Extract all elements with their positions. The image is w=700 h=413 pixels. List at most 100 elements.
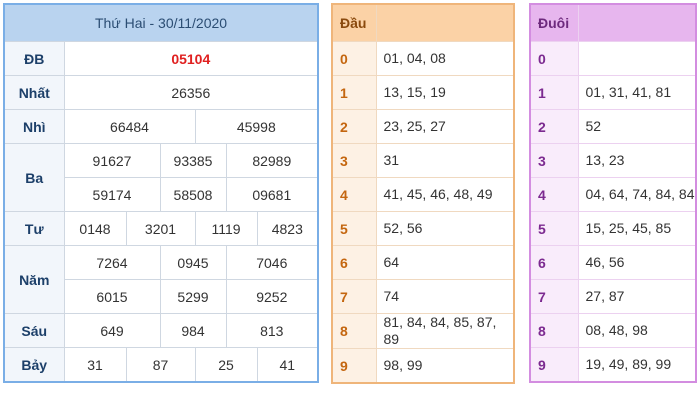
prize-value: 0148	[63, 211, 127, 246]
prize-label: Bảy	[3, 347, 65, 383]
prize-label: Sáu	[3, 313, 65, 348]
prize-value: 984	[159, 313, 227, 348]
prize-label: Tư	[3, 211, 65, 246]
results-table: Thứ Hai - 30/11/2020 ĐB 05104 Nhất 26356…	[3, 3, 320, 383]
digit-values: 81, 84, 84, 85, 87, 89	[375, 313, 515, 349]
prize-value: 26356	[63, 75, 319, 110]
digit-key: 5	[331, 211, 377, 246]
prize-value: 91627	[63, 143, 161, 178]
prize-value: 25	[194, 347, 258, 383]
digit-key: 5	[529, 211, 579, 246]
digit-key: 7	[529, 279, 579, 314]
tail-row: 1 01, 31, 41, 81	[529, 75, 697, 110]
digit-key: 4	[331, 177, 377, 212]
prize-label: ĐB	[3, 41, 65, 76]
prize-value: 7046	[225, 245, 319, 280]
digit-values: 01, 04, 08	[375, 41, 515, 76]
digit-values	[577, 41, 697, 76]
digit-values: 23, 25, 27	[375, 109, 515, 144]
digit-values: 08, 48, 98	[577, 313, 697, 348]
head-digit-table: Đầu 0 01, 04, 08 1 13, 15, 19 2 23, 25, 27 …	[331, 3, 515, 384]
digit-values: 52	[577, 109, 697, 144]
prize-label: Ba	[3, 143, 65, 212]
digit-key: 6	[331, 245, 377, 280]
prize-value: 813	[225, 313, 319, 348]
row-tu: Tư 0148 3201 1119 4823	[3, 211, 319, 246]
row-ba-1: Ba 91627 93385 82989	[3, 143, 319, 212]
prize-value: 59174	[63, 177, 161, 212]
digit-values: 13, 15, 19	[375, 75, 515, 110]
head-row: 7 74	[331, 279, 515, 314]
digit-key: 2	[331, 109, 377, 144]
digit-values: 01, 31, 41, 81	[577, 75, 697, 110]
row-bay: Bảy 31 87 25 41	[3, 347, 319, 383]
head-row: 9 98, 99	[331, 348, 515, 384]
prize-value: 45998	[194, 109, 319, 144]
row-sau: Sáu 649 984 813	[3, 313, 319, 348]
head-row: 1 13, 15, 19	[331, 75, 515, 110]
digit-values: 13, 23	[577, 143, 697, 178]
tail-row: 3 13, 23	[529, 143, 697, 178]
prize-value: 4823	[256, 211, 319, 246]
digit-values: 41, 45, 46, 48, 49	[375, 177, 515, 212]
digit-key: 8	[331, 313, 377, 349]
digit-values: 15, 25, 45, 85	[577, 211, 697, 246]
prize-value: 82989	[225, 143, 319, 178]
tail-table-header-blank	[577, 3, 697, 42]
results-title: Thứ Hai - 30/11/2020	[3, 3, 319, 42]
tail-row: 7 27, 87	[529, 279, 697, 314]
tail-row: 6 46, 56	[529, 245, 697, 280]
prize-value: 6015	[63, 279, 161, 314]
prize-value: 7264	[63, 245, 161, 280]
head-row: 3 31	[331, 143, 515, 178]
tail-row: 5 15, 25, 45, 85	[529, 211, 697, 246]
row-nam-1: Năm 7264 0945 7046	[3, 245, 319, 314]
prize-value: 1119	[194, 211, 258, 246]
row-db: ĐB 05104	[3, 41, 319, 76]
digit-key: 6	[529, 245, 579, 280]
digit-key: 9	[331, 348, 377, 384]
prize-value: 3201	[125, 211, 196, 246]
head-row: 0 01, 04, 08	[331, 41, 515, 76]
head-row: 8 81, 84, 84, 85, 87, 89	[331, 313, 515, 349]
row-nhi: Nhì 66484 45998	[3, 109, 319, 144]
prize-value: 09681	[225, 177, 319, 212]
tail-row: 2 52	[529, 109, 697, 144]
digit-values: 27, 87	[577, 279, 697, 314]
digit-key: 9	[529, 347, 579, 383]
head-row: 5 52, 56	[331, 211, 515, 246]
digit-key: 1	[529, 75, 579, 110]
digit-values: 74	[375, 279, 515, 314]
tail-table-header: Đuôi	[529, 3, 579, 42]
digit-key: 3	[331, 143, 377, 178]
prize-value: 58508	[159, 177, 227, 212]
prize-value: 649	[63, 313, 161, 348]
digit-values: 64	[375, 245, 515, 280]
digit-key: 7	[331, 279, 377, 314]
digit-values: 98, 99	[375, 348, 515, 384]
prize-label: Nhất	[3, 75, 65, 110]
prize-value: 0945	[159, 245, 227, 280]
digit-values: 19, 49, 89, 99	[577, 347, 697, 383]
digit-key: 2	[529, 109, 579, 144]
prize-value: 87	[125, 347, 196, 383]
digit-values: 04, 64, 74, 84, 84	[577, 177, 697, 212]
prize-value: 66484	[63, 109, 196, 144]
prize-value: 41	[256, 347, 319, 383]
special-prize-value: 05104	[63, 41, 319, 76]
tail-row: 9 19, 49, 89, 99	[529, 347, 697, 383]
prize-label: Nhì	[3, 109, 65, 144]
digit-key: 0	[331, 41, 377, 76]
tail-row: 8 08, 48, 98	[529, 313, 697, 348]
head-row: 2 23, 25, 27	[331, 109, 515, 144]
digit-key: 4	[529, 177, 579, 212]
tail-digit-table: Đuôi 0 1 01, 31, 41, 81 2 52 3 13, 23 4 04, …	[529, 3, 697, 383]
digit-key: 8	[529, 313, 579, 348]
digit-key: 3	[529, 143, 579, 178]
head-row: 4 41, 45, 46, 48, 49	[331, 177, 515, 212]
digit-key: 0	[529, 41, 579, 76]
digit-values: 31	[375, 143, 515, 178]
tail-row: 4 04, 64, 74, 84, 84	[529, 177, 697, 212]
prize-value: 9252	[225, 279, 319, 314]
digit-values: 52, 56	[375, 211, 515, 246]
